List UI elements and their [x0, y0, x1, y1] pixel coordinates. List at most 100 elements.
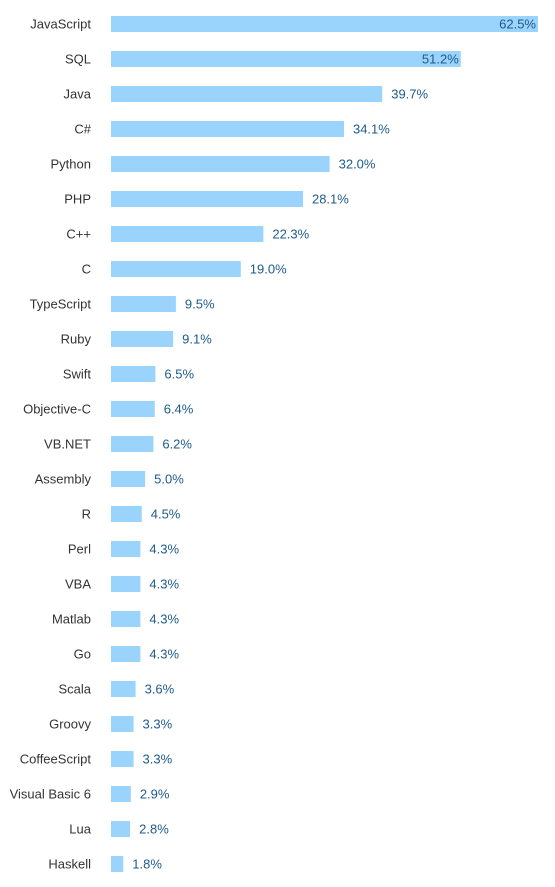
bar	[111, 121, 344, 137]
bar	[111, 191, 303, 207]
bar	[111, 261, 241, 277]
value-label: 1.8%	[132, 856, 162, 871]
value-label: 9.1%	[182, 331, 212, 346]
bar-row: Objective-C 6.4%	[23, 401, 194, 417]
bar	[111, 471, 146, 487]
category-label: VBA	[65, 576, 91, 591]
category-label: SQL	[65, 51, 91, 66]
bar-row: Matlab 4.3%	[52, 611, 179, 627]
bar-row: Assembly 5.0%	[35, 471, 184, 487]
bar-row: Perl 4.3%	[68, 541, 179, 557]
bar	[111, 86, 383, 102]
bar-row: Haskell 1.8%	[48, 856, 162, 872]
value-label: 19.0%	[250, 261, 287, 276]
bar-row: PHP 28.1%	[64, 191, 349, 207]
category-label: PHP	[64, 191, 91, 206]
bar-row: Java 39.7%	[64, 86, 429, 102]
bar-row: CoffeeScript 3.3%	[20, 751, 173, 767]
bar-row: TypeScript 9.5%	[30, 296, 215, 312]
bar-row: Ruby 9.1%	[61, 331, 212, 347]
value-label: 4.5%	[151, 506, 181, 521]
bar	[111, 51, 461, 67]
category-label: Ruby	[61, 331, 92, 346]
bar	[111, 506, 142, 522]
bar-row: Go 4.3%	[74, 646, 179, 662]
bar	[111, 331, 174, 347]
category-label: R	[82, 506, 91, 521]
value-label: 5.0%	[154, 471, 184, 486]
value-label: 3.6%	[145, 681, 175, 696]
bar-row: Scala 3.6%	[58, 681, 175, 697]
category-label: Go	[74, 646, 91, 661]
bar-row: C# 34.1%	[74, 121, 390, 137]
bar	[111, 226, 264, 242]
bar	[111, 611, 141, 627]
value-label: 51.2%	[422, 51, 459, 66]
value-label: 6.2%	[162, 436, 192, 451]
category-label: Lua	[69, 821, 91, 836]
bar	[111, 16, 538, 32]
value-label: 3.3%	[143, 751, 173, 766]
category-label: Swift	[63, 366, 92, 381]
category-label: Java	[64, 86, 92, 101]
value-label: 4.3%	[149, 611, 179, 626]
bar-row: VBA 4.3%	[65, 576, 179, 592]
bar	[111, 716, 134, 732]
category-label: Visual Basic 6	[10, 786, 91, 801]
bar-row: Python 32.0%	[51, 156, 376, 172]
category-label: Perl	[68, 541, 91, 556]
bar	[111, 856, 124, 872]
category-label: C	[82, 261, 91, 276]
category-label: Scala	[58, 681, 91, 696]
category-label: Matlab	[52, 611, 91, 626]
value-label: 4.3%	[149, 541, 179, 556]
category-label: JavaScript	[30, 16, 91, 31]
category-label: Groovy	[49, 716, 91, 731]
bar	[111, 296, 176, 312]
bar-row: Groovy 3.3%	[49, 716, 173, 732]
value-label: 34.1%	[353, 121, 390, 136]
bar-row: C++ 22.3%	[66, 226, 310, 242]
category-label: Assembly	[35, 471, 92, 486]
bar	[111, 751, 134, 767]
value-label: 6.4%	[164, 401, 194, 416]
value-label: 3.3%	[143, 716, 173, 731]
bar	[111, 786, 131, 802]
bar	[111, 681, 136, 697]
category-label: CoffeeScript	[20, 751, 92, 766]
category-label: Haskell	[48, 856, 91, 871]
value-label: 4.3%	[149, 576, 179, 591]
bar-row: Swift 6.5%	[63, 366, 194, 382]
bar-row: R 4.5%	[82, 506, 181, 522]
value-label: 4.3%	[149, 646, 179, 661]
bar	[111, 401, 155, 417]
value-label: 62.5%	[499, 16, 536, 31]
bar-row: C 19.0%	[82, 261, 287, 277]
value-label: 9.5%	[185, 296, 215, 311]
category-label: Python	[51, 156, 91, 171]
value-label: 32.0%	[339, 156, 376, 171]
category-label: C#	[74, 121, 91, 136]
value-label: 2.8%	[139, 821, 169, 836]
bar	[111, 541, 141, 557]
bar	[111, 576, 141, 592]
bar	[111, 156, 330, 172]
value-label: 28.1%	[312, 191, 349, 206]
bar	[111, 436, 154, 452]
category-label: Objective-C	[23, 401, 91, 416]
bar-row: JavaScript 62.5%	[30, 16, 538, 32]
category-label: TypeScript	[30, 296, 92, 311]
bar-row: Lua 2.8%	[69, 821, 169, 837]
category-label: VB.NET	[44, 436, 91, 451]
value-label: 2.9%	[140, 786, 170, 801]
bar	[111, 366, 156, 382]
category-label: C++	[66, 226, 91, 241]
value-label: 39.7%	[391, 86, 428, 101]
bar-chart: JavaScript 62.5% SQL 51.2% Java 39.7% C# 34.1% P…	[10, 16, 538, 872]
bar	[111, 821, 131, 837]
bar	[111, 646, 141, 662]
bar-row: VB.NET 6.2%	[44, 436, 192, 452]
value-label: 22.3%	[272, 226, 309, 241]
bar-row: Visual Basic 6 2.9%	[10, 786, 170, 802]
value-label: 6.5%	[164, 366, 194, 381]
